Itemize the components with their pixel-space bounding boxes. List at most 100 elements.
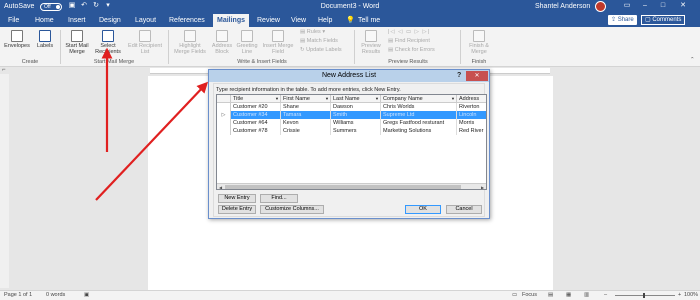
ribbon-display-options-icon[interactable]: ▭ [620, 1, 634, 11]
tab-help[interactable]: Help [318, 16, 332, 25]
tell-me-icon[interactable]: 💡 [346, 16, 355, 25]
table-cell[interactable]: Marketing Solutions [381, 127, 457, 135]
zoom-level[interactable]: 100% [684, 291, 698, 300]
tab-review[interactable]: Review [257, 16, 280, 25]
column-header-last-name[interactable]: Last Name ▼ [331, 95, 381, 103]
new-entry-button[interactable]: New Entry [218, 194, 256, 203]
address-block-button[interactable]: Address Block [210, 30, 234, 55]
table-cell[interactable]: Chris Worlds [381, 103, 457, 111]
edit-recipient-list-button[interactable]: Edit Recipient List [126, 30, 164, 55]
insert-merge-field-button[interactable]: Insert Merge Field [260, 30, 296, 55]
dialog-close-button[interactable]: ✕ [466, 71, 488, 81]
finish-merge-button[interactable]: Finish & Merge [464, 30, 494, 55]
table-cell[interactable]: Gregs Fastfood resturant [381, 119, 457, 127]
tab-mailings[interactable]: Mailings [213, 14, 250, 27]
table-cell[interactable]: Customer #78 [231, 127, 281, 135]
ok-button[interactable]: OK [405, 205, 441, 214]
table-cell[interactable]: Customer #34 [231, 111, 281, 119]
scroll-left-icon[interactable]: ◀ [217, 184, 224, 189]
print-layout-icon[interactable]: ▦ [566, 291, 571, 300]
zoom-slider-thumb[interactable] [643, 293, 645, 298]
greeting-line-button[interactable]: Greeting Line [235, 30, 259, 55]
focus-icon[interactable]: ▭ [512, 291, 517, 300]
word-count[interactable]: 0 words [46, 291, 65, 300]
tab-view[interactable]: View [291, 16, 306, 25]
tab-references[interactable]: References [169, 16, 205, 25]
scroll-right-icon[interactable]: ▶ [479, 184, 486, 189]
tab-insert[interactable]: Insert [68, 16, 86, 25]
horizontal-scrollbar[interactable]: ◀ ▶ [217, 183, 486, 189]
sort-dropdown-icon[interactable]: ▼ [375, 95, 379, 103]
table-row[interactable]: Customer #78 Crissie Summers Marketing S… [217, 127, 486, 135]
share-button[interactable]: ⇪ Share [608, 15, 637, 25]
tab-home[interactable]: Home [35, 16, 54, 25]
update-labels-button[interactable]: ↻ Update Labels [300, 47, 342, 54]
row-pointer-icon[interactable]: ▷ [217, 111, 231, 119]
envelopes-button[interactable]: Envelopes [4, 30, 30, 49]
sort-dropdown-icon[interactable]: ▼ [275, 95, 279, 103]
cancel-button[interactable]: Cancel [446, 205, 482, 214]
collapse-ribbon-icon[interactable]: ⌃ [690, 57, 695, 64]
table-cell[interactable]: Riverton [457, 103, 486, 111]
address-table[interactable]: Title ▼ First Name ▼ Last Name ▼ Company Na… [216, 94, 487, 190]
column-header-first-name[interactable]: First Name ▼ [281, 95, 331, 103]
help-icon[interactable]: ? [457, 72, 461, 79]
minimize-icon[interactable]: – [638, 1, 652, 11]
customize-columns-button[interactable]: Customize Columns... [260, 205, 324, 214]
table-cell[interactable]: Kevon [281, 119, 331, 127]
page-info[interactable]: Page 1 of 1 [4, 291, 32, 300]
preview-results-button[interactable]: Preview Results [358, 30, 384, 55]
table-cell[interactable]: Tamara [281, 111, 331, 119]
tab-layout[interactable]: Layout [135, 16, 156, 25]
select-recipients-button[interactable]: Select Recipients [93, 30, 123, 55]
row-header[interactable] [217, 127, 231, 135]
record-navigation[interactable]: |◁ ◁ ▭ ▷ ▷| [388, 29, 430, 36]
table-cell[interactable]: Supreme Ltd [381, 111, 457, 119]
labels-button[interactable]: Labels [34, 30, 56, 49]
vertical-ruler[interactable] [0, 74, 9, 288]
highlight-merge-fields-button[interactable]: Highlight Merge Fields [172, 30, 208, 55]
table-cell[interactable]: Lincoln [457, 111, 486, 119]
table-row[interactable]: Customer #64 Kevon Williams Gregs Fastfo… [217, 119, 486, 127]
tab-file[interactable]: File [8, 16, 19, 25]
proofing-icon[interactable]: ▣ [84, 291, 89, 300]
table-cell[interactable]: Red River [457, 127, 486, 135]
focus-label[interactable]: Focus [522, 291, 537, 300]
web-layout-icon[interactable]: ▥ [584, 291, 589, 300]
close-icon[interactable]: ✕ [676, 1, 690, 11]
check-for-errors-button[interactable]: ▤ Check for Errors [388, 47, 435, 54]
tell-me-search[interactable]: Tell me [358, 16, 380, 25]
find-button[interactable]: Find... [260, 194, 298, 203]
zoom-slider[interactable] [615, 295, 675, 296]
column-header-title[interactable]: Title ▼ [231, 95, 281, 103]
table-cell[interactable]: Shane [281, 103, 331, 111]
table-cell[interactable]: Morris [457, 119, 486, 127]
row-header[interactable] [217, 103, 231, 111]
sort-dropdown-icon[interactable]: ▼ [325, 95, 329, 103]
avatar[interactable] [595, 1, 606, 12]
zoom-in-icon[interactable]: + [678, 291, 681, 300]
dialog-title-bar[interactable]: New Address List ? ✕ [209, 70, 489, 82]
start-mail-merge-button[interactable]: Start Mail Merge [62, 30, 92, 55]
table-row[interactable]: Customer #20 Shane Dawson Chris Worlds R… [217, 103, 486, 111]
table-cell[interactable]: Dawson [331, 103, 381, 111]
tab-design[interactable]: Design [99, 16, 121, 25]
tab-selector-icon[interactable]: ⌐ [2, 67, 6, 73]
find-recipient-button[interactable]: ▤ Find Recipient [388, 38, 430, 45]
row-header[interactable] [217, 119, 231, 127]
table-cell[interactable]: Customer #20 [231, 103, 281, 111]
table-cell[interactable]: Smith [331, 111, 381, 119]
user-name[interactable]: Shantel Anderson [535, 2, 590, 11]
zoom-out-icon[interactable]: – [604, 291, 607, 300]
table-row-selected[interactable]: ▷ Customer #34 Tamara Smith Supreme Ltd … [217, 111, 486, 119]
read-mode-icon[interactable]: ▤ [548, 291, 553, 300]
column-header-company-name[interactable]: Company Name ▼ [381, 95, 457, 103]
column-header-address[interactable]: Address [457, 95, 486, 103]
table-cell[interactable]: Customer #64 [231, 119, 281, 127]
maximize-icon[interactable]: □ [656, 1, 670, 11]
match-fields-button[interactable]: ▤ Match Fields [300, 38, 338, 45]
table-cell[interactable]: Williams [331, 119, 381, 127]
scrollbar-thumb[interactable] [225, 185, 461, 189]
sort-dropdown-icon[interactable]: ▼ [451, 95, 455, 103]
table-cell[interactable]: Summers [331, 127, 381, 135]
